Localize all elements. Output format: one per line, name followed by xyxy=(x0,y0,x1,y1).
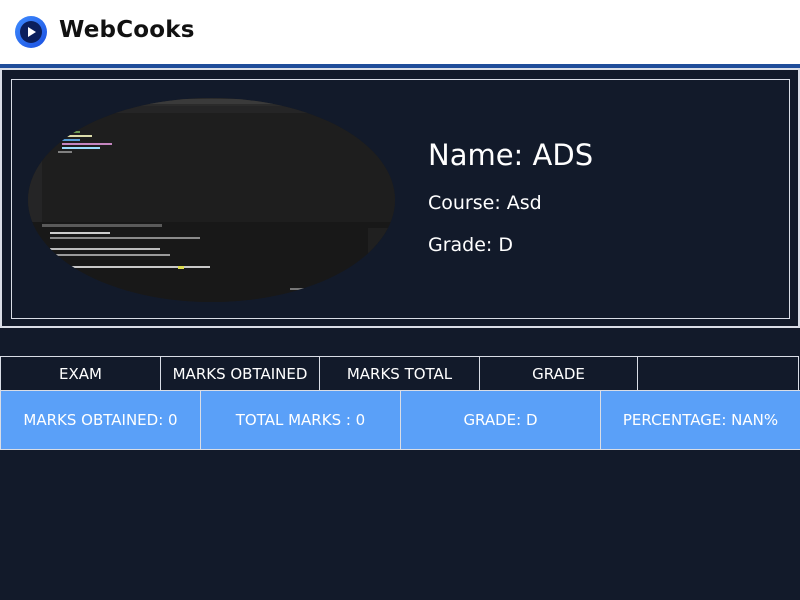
profile-photo xyxy=(28,98,395,302)
header-marks-total: MARKS TOTAL xyxy=(319,356,480,391)
header-exam: EXAM xyxy=(0,356,161,391)
top-navbar: WebCooks xyxy=(0,0,800,64)
play-icon xyxy=(28,27,36,37)
marks-summary: MARKS OBTAINED: 0 TOTAL MARKS : 0 GRADE:… xyxy=(0,390,800,450)
student-course: Course: Asd xyxy=(428,192,542,214)
profile-card-inner: Name: ADS Course: Asd Grade: D xyxy=(11,79,790,319)
summary-grade: GRADE: D xyxy=(400,390,601,450)
header-empty xyxy=(637,356,799,391)
header-grade: GRADE xyxy=(479,356,638,391)
logo-icon[interactable] xyxy=(15,16,47,48)
marks-table-header: EXAM MARKS OBTAINED MARKS TOTAL GRADE xyxy=(0,356,799,391)
summary-total-marks: TOTAL MARKS : 0 xyxy=(200,390,401,450)
summary-percentage: PERCENTAGE: NAN% xyxy=(600,390,800,450)
student-grade: Grade: D xyxy=(428,234,513,256)
profile-card: Name: ADS Course: Asd Grade: D xyxy=(0,68,800,328)
student-name: Name: ADS xyxy=(428,138,594,172)
profile-info: Name: ADS Course: Asd Grade: D xyxy=(428,138,593,276)
header-marks-obtained: MARKS OBTAINED xyxy=(160,356,320,391)
summary-marks-obtained: MARKS OBTAINED: 0 xyxy=(0,390,201,450)
brand-name[interactable]: WebCooks xyxy=(59,17,195,43)
